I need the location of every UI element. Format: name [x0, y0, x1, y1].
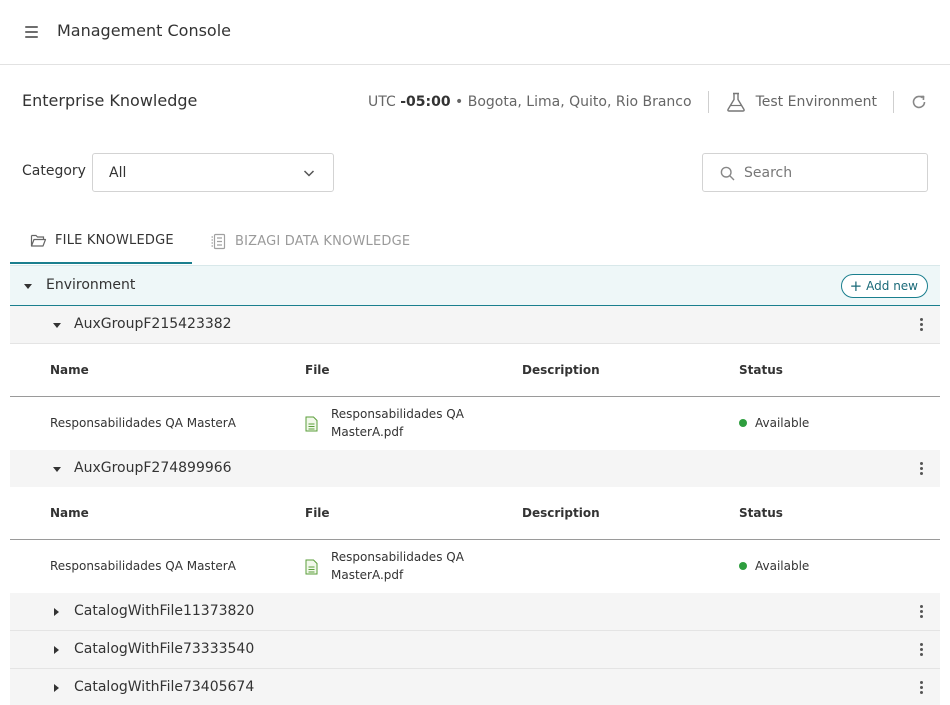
divider [893, 91, 894, 113]
plus-icon: + [849, 276, 863, 295]
app-title: Management Console [57, 21, 231, 40]
menu-icon[interactable] [25, 26, 38, 38]
divider [707, 91, 709, 113]
timezone-label: UTC -05:00 • Bogota, Lima, Quito, Rio Br… [367, 94, 692, 110]
group-row[interactable]: CatalogWithFile73333540 [10, 631, 940, 669]
tab-file-knowledge[interactable]: FILE KNOWLEDGE [10, 218, 192, 264]
column-header-description[interactable]: Description [522, 363, 600, 377]
column-header-file[interactable]: File [305, 363, 330, 377]
more-options-icon[interactable] [920, 605, 924, 619]
column-header-status[interactable]: Status [739, 506, 783, 520]
more-options-icon[interactable] [920, 643, 924, 657]
tab-label: FILE KNOWLEDGE [55, 232, 174, 248]
environment-row[interactable]: Environment + Add new [10, 265, 940, 306]
table-row[interactable]: Responsabilidades QA MasterA Responsabil… [10, 397, 940, 450]
file-icon [305, 559, 318, 575]
flask-icon [726, 92, 745, 112]
page-title: Enterprise Knowledge [22, 91, 198, 110]
caret-down-icon[interactable] [53, 467, 61, 472]
table-header: Name File Description Status [10, 344, 940, 397]
status-badge: Available [739, 416, 809, 430]
row-file-name: Responsabilidades QA MasterA.pdf [331, 550, 464, 582]
category-label: Category [22, 163, 86, 179]
group-row[interactable]: CatalogWithFile11373820 [10, 593, 940, 631]
environment-row-label: Environment [46, 277, 136, 293]
tab-label: BIZAGI DATA KNOWLEDGE [235, 233, 411, 249]
group-name: CatalogWithFile73333540 [74, 641, 255, 657]
category-value: All [109, 165, 127, 181]
data-list-icon [211, 233, 226, 249]
status-dot-icon [739, 562, 747, 570]
table-row[interactable]: Responsabilidades QA MasterA Responsabil… [10, 540, 940, 593]
row-name: Responsabilidades QA MasterA [50, 416, 236, 430]
folder-open-icon [30, 234, 47, 247]
caret-down-icon[interactable] [53, 323, 61, 328]
status-dot-icon [739, 419, 747, 427]
row-file-name: Responsabilidades QA MasterA.pdf [331, 407, 464, 439]
caret-right-icon[interactable] [54, 646, 59, 654]
group-name: CatalogWithFile11373820 [74, 603, 255, 619]
add-new-button[interactable]: + Add new [840, 274, 928, 298]
refresh-icon[interactable] [910, 93, 928, 111]
row-file[interactable]: Responsabilidades QA MasterA.pdf [305, 405, 471, 441]
table-header: Name File Description Status [10, 487, 940, 540]
timezone-offset: -05:00 [400, 94, 451, 110]
group-row[interactable]: AuxGroupF274899966 [10, 450, 940, 488]
caret-right-icon[interactable] [54, 684, 59, 692]
search-input[interactable] [744, 162, 914, 184]
column-header-status[interactable]: Status [739, 363, 783, 377]
group-row[interactable]: AuxGroupF215423382 [10, 306, 940, 344]
environment-label: Test Environment [755, 94, 877, 110]
status-badge: Available [739, 559, 809, 573]
caret-right-icon[interactable] [54, 608, 59, 616]
header-info: UTC -05:00 • Bogota, Lima, Quito, Rio Br… [368, 88, 928, 116]
more-options-icon[interactable] [920, 681, 924, 695]
group-row[interactable]: CatalogWithFile73405674 [10, 669, 940, 705]
tab-bizagi-data-knowledge[interactable]: BIZAGI DATA KNOWLEDGE [210, 218, 410, 264]
knowledge-tabs: FILE KNOWLEDGE BIZAGI DATA KNOWLEDGE [10, 218, 940, 264]
category-select[interactable]: All [92, 153, 334, 192]
row-name: Responsabilidades QA MasterA [50, 559, 236, 573]
file-icon [305, 416, 318, 432]
group-name: CatalogWithFile73405674 [74, 679, 255, 695]
row-file[interactable]: Responsabilidades QA MasterA.pdf [305, 548, 471, 584]
top-bar: Management Console [0, 0, 950, 65]
more-options-icon[interactable] [920, 318, 924, 332]
column-header-description[interactable]: Description [522, 506, 600, 520]
caret-down-icon[interactable] [24, 284, 32, 289]
search-icon [720, 166, 735, 181]
column-header-name[interactable]: Name [50, 506, 89, 520]
group-name: AuxGroupF215423382 [74, 316, 232, 332]
chevron-down-icon [303, 170, 315, 177]
more-options-icon[interactable] [920, 462, 924, 476]
search-box [702, 153, 928, 192]
group-name: AuxGroupF274899966 [74, 460, 232, 476]
column-header-name[interactable]: Name [50, 363, 89, 377]
column-header-file[interactable]: File [305, 506, 330, 520]
